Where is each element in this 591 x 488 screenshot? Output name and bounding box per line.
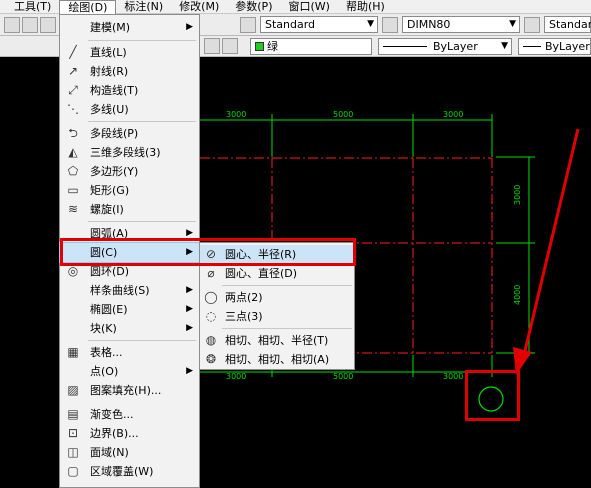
submenu-arrow-icon: ▶ (186, 22, 193, 32)
dim-right-1: 3000 (513, 185, 522, 205)
line-icon: ╱ (69, 45, 77, 59)
circle-2point-icon: ◯ (204, 290, 218, 304)
lineweight-select[interactable]: ByLayer (518, 38, 591, 55)
menu-separator (88, 221, 196, 222)
submenu-item-ttr[interactable]: ◍ 相切、相切、半径(T) (200, 331, 354, 350)
submenu-item-3point[interactable]: ◌ 三点(3) (200, 307, 354, 326)
dim-bottom-2: 5000 (333, 372, 353, 381)
submenu-arrow-icon: ▶ (186, 366, 193, 376)
menu-modify[interactable]: 修改(M) (171, 0, 227, 14)
menu-item-spline[interactable]: 样条曲线(S) ▶ (60, 281, 199, 300)
menu-item-ray[interactable]: ↗ 射线(R) (60, 62, 199, 81)
dim-style-select[interactable]: DIMN80 ▼ (402, 16, 520, 33)
ray-icon: ↗ (67, 64, 79, 78)
layer-state-icon[interactable] (204, 38, 220, 54)
menu-tools[interactable]: 工具(T) (6, 0, 59, 14)
submenu-arrow-icon: ▶ (186, 285, 193, 295)
dim-top-2: 5000 (333, 110, 353, 119)
chevron-down-icon: ▼ (367, 19, 374, 29)
menu-help[interactable]: 帮助(H) (338, 0, 393, 14)
menu-window[interactable]: 窗口(W) (280, 0, 337, 14)
circle-ttr-icon: ◍ (205, 333, 217, 347)
multiline-icon: ⋱ (67, 102, 79, 116)
color-select[interactable]: 绿 (250, 38, 372, 55)
gradient-icon: ▤ (67, 407, 79, 421)
polyline-icon: ⮌ (68, 126, 78, 140)
linetype-select[interactable]: ByLayer ▼ (378, 38, 512, 55)
menu-item-helix[interactable]: ≋ 螺旋(I) (60, 200, 199, 219)
menu-item-gradient[interactable]: ▤ 渐变色... (60, 405, 199, 424)
dim-top-1: 3000 (226, 110, 246, 119)
bottom-dim-labels: 3000 5000 3000 (226, 372, 463, 381)
dim-bottom-3: 3000 (443, 372, 463, 381)
menu-item-region[interactable]: ◫ 面域(N) (60, 443, 199, 462)
top-dim-labels: 3000 5000 3000 (226, 110, 463, 119)
menu-item-point[interactable]: 点(O) ▶ (60, 362, 199, 381)
highlight-circle-box (465, 370, 520, 421)
table-style-select[interactable]: Standard (544, 16, 591, 33)
menu-item-table[interactable]: ▦ 表格... (60, 343, 199, 362)
submenu-item-2point[interactable]: ◯ 两点(2) (200, 288, 354, 307)
dim-style-icon[interactable] (382, 17, 398, 33)
submenu-item-ttt[interactable]: ❂ 相切、相切、相切(A) (200, 350, 354, 369)
menu-item-3dpoly[interactable]: ◭ 三维多段线(3) (60, 143, 199, 162)
menu-item-line[interactable]: ╱ 直线(L) (60, 43, 199, 62)
menubar: 工具(T) 绘图(D) 标注(N) 修改(M) 参数(P) 窗口(W) 帮助(H… (0, 0, 591, 14)
region-icon: ◫ (67, 445, 79, 459)
hatch-icon: ▨ (67, 383, 79, 397)
top-dimension (200, 114, 493, 157)
menu-item-multiline[interactable]: ⋱ 多线(U) (60, 100, 199, 119)
color-swatch (255, 42, 264, 51)
menu-separator (222, 285, 352, 286)
menu-item-polygon[interactable]: ⬠ 多边形(Y) (60, 162, 199, 181)
highlight-circle-menu-box (60, 238, 356, 266)
menu-parameter[interactable]: 参数(P) (227, 0, 280, 14)
menu-item-rectangle[interactable]: ▭ 矩形(G) (60, 181, 199, 200)
rectangle-icon: ▭ (67, 183, 79, 197)
chevron-down-icon: ▼ (509, 19, 516, 29)
dim-right-2: 4000 (513, 285, 522, 305)
menu-separator (88, 340, 196, 341)
xline-icon: ⤢ (68, 83, 78, 97)
3dpoly-icon: ◭ (68, 145, 78, 159)
right-dim-labels: 3000 4000 (513, 185, 522, 305)
pan-icon[interactable] (4, 17, 20, 33)
submenu-arrow-icon: ▶ (186, 304, 193, 314)
layer-previous-icon[interactable] (222, 38, 238, 54)
helix-icon: ≋ (67, 202, 79, 216)
wipeout-icon: ▢ (67, 464, 79, 478)
circle-center-diameter-icon: ⌀ (207, 266, 215, 280)
menu-separator (88, 40, 196, 41)
menu-item-polyline[interactable]: ⮌ 多段线(P) (60, 124, 199, 143)
menu-separator (222, 328, 352, 329)
menu-separator (88, 121, 196, 122)
menu-item-hatch[interactable]: ▨ 图案填充(H)... (60, 381, 199, 400)
chevron-down-icon: ▼ (501, 41, 508, 51)
zoom-window-icon[interactable] (40, 17, 56, 33)
submenu-item-center-diameter[interactable]: ⌀ 圆心、直径(D) (200, 264, 354, 283)
text-style-icon[interactable] (240, 17, 256, 33)
menu-item-modeling[interactable]: 建模(M) ▶ (60, 18, 199, 37)
submenu-arrow-icon: ▶ (186, 323, 193, 333)
table-icon: ▦ (67, 345, 79, 359)
text-style-select[interactable]: Standard ▼ (260, 16, 378, 33)
donut-icon: ◎ (67, 264, 79, 278)
menu-item-xline[interactable]: ⤢ 构造线(T) (60, 81, 199, 100)
dim-bottom-1: 3000 (226, 372, 246, 381)
menu-item-ellipse[interactable]: 椭圆(E) ▶ (60, 300, 199, 319)
dim-top-3: 3000 (443, 110, 463, 119)
menu-item-boundary[interactable]: ⊡ 边界(B)... (60, 424, 199, 443)
menu-item-block[interactable]: 块(K) ▶ (60, 319, 199, 338)
annotation-arrow (513, 128, 580, 375)
zoom-icon[interactable] (22, 17, 38, 33)
boundary-icon: ⊡ (67, 426, 79, 440)
menu-dimension[interactable]: 标注(N) (116, 0, 171, 14)
polygon-icon: ⬠ (67, 164, 79, 178)
table-style-icon[interactable] (524, 17, 540, 33)
menu-draw[interactable]: 绘图(D) (59, 0, 117, 14)
circle-3point-icon: ◌ (205, 309, 217, 323)
menu-item-wipeout[interactable]: ▢ 区域覆盖(W) (60, 462, 199, 481)
circle-ttt-icon: ❂ (205, 352, 217, 366)
